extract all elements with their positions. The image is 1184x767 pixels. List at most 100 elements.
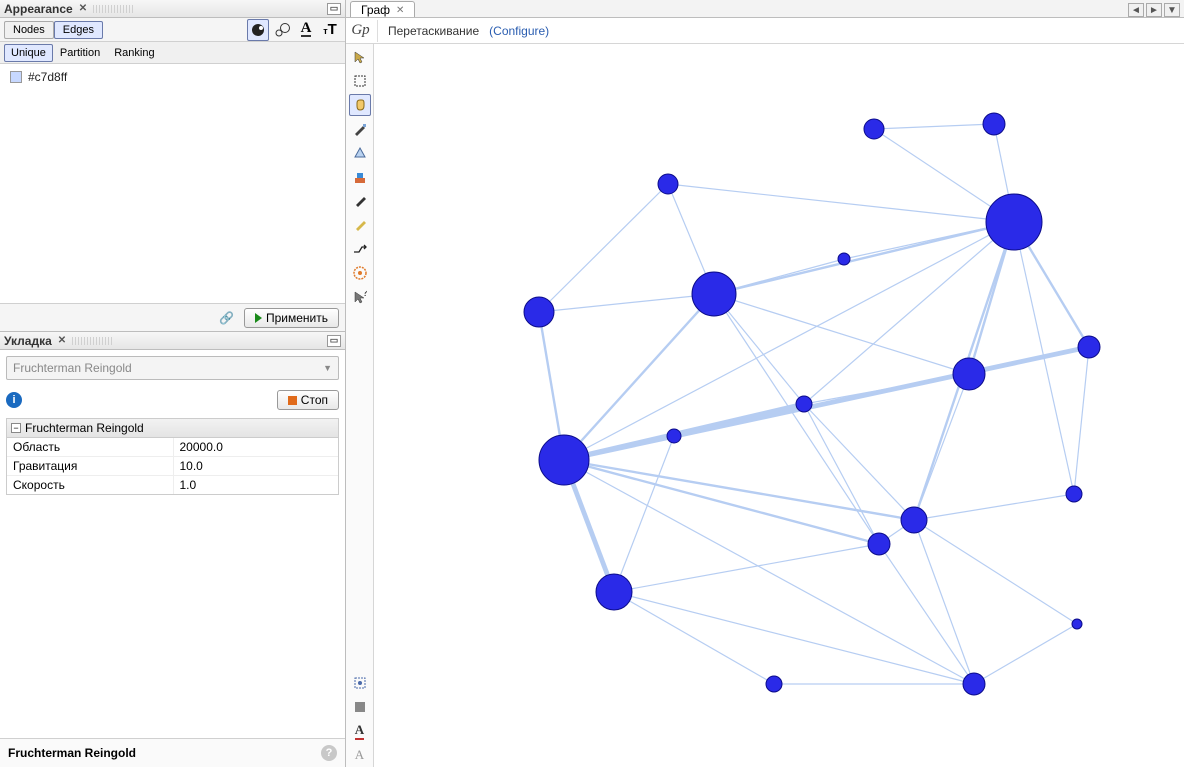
graph-edge[interactable] [1074,347,1089,494]
graph-node[interactable] [766,676,782,692]
collapse-icon[interactable]: − [11,423,21,433]
layout-algorithm-select[interactable]: Fruchterman Reingold ▼ [6,356,339,380]
graph-node[interactable] [1072,619,1082,629]
drag-tool-icon[interactable] [349,94,371,116]
apply-button[interactable]: Применить [244,308,339,328]
show-node-labels-icon[interactable]: A [349,721,371,741]
graph-node[interactable] [692,272,736,316]
nodes-tab[interactable]: Nodes [4,21,54,39]
partition-subtab[interactable]: Partition [53,44,107,62]
property-value[interactable]: 1.0 [173,476,339,494]
minimize-button[interactable]: ▭ [327,335,341,347]
tab-prev-button[interactable]: ◄ [1128,3,1144,17]
drag-grip-icon[interactable] [93,5,133,13]
graph-edge[interactable] [614,544,879,592]
graph-edge[interactable] [614,592,774,684]
pointer-tool-icon[interactable] [349,46,371,68]
chain-icon[interactable]: 🔗 [219,311,234,325]
shortest-path-tool-icon[interactable] [349,238,371,260]
edge-pencil-tool-icon[interactable] [349,214,371,236]
info-icon[interactable]: i [6,392,22,408]
unique-subtab[interactable]: Unique [4,44,53,62]
graph-edge[interactable] [914,374,969,520]
graph-edge[interactable] [974,624,1077,684]
close-icon[interactable]: ✕ [79,3,87,14]
property-row[interactable]: Область20000.0 [7,438,338,457]
layout-footer: Fruchterman Reingold ? [0,738,345,767]
graph-edge[interactable] [668,184,1014,222]
tab-next-button[interactable]: ► [1146,3,1162,17]
graph-edge[interactable] [914,520,974,684]
graph-edge[interactable] [714,222,1014,294]
minimize-button[interactable]: ▭ [327,3,341,15]
graph-node[interactable] [864,119,884,139]
graph-node[interactable] [1078,336,1100,358]
tab-menu-button[interactable]: ▼ [1164,3,1180,17]
graph-node[interactable] [524,297,554,327]
graph-node[interactable] [838,253,850,265]
appearance-panel: Appearance ✕ ▭ Nodes Edges A [0,0,345,332]
sizer-tool-icon[interactable] [349,142,371,164]
color-mode-icon[interactable] [247,19,269,41]
close-icon[interactable]: ✕ [396,5,404,16]
graph-edge[interactable] [539,184,668,312]
configure-link[interactable]: (Configure) [489,24,549,38]
graph-edge[interactable] [874,124,994,129]
heatmap-tool-icon[interactable] [349,262,371,284]
graph-toolbar: Gp Перетаскивание (Configure) [346,18,1184,44]
graph-node[interactable] [983,113,1005,135]
graph-node[interactable] [796,396,812,412]
graph-edge[interactable] [539,294,714,312]
help-icon[interactable]: ? [321,745,337,761]
ranking-subtab[interactable]: Ranking [107,44,161,62]
play-icon [255,313,262,323]
property-value[interactable]: 20000.0 [173,438,339,456]
graph-node[interactable] [953,358,985,390]
graph-edge[interactable] [804,404,879,544]
rectangle-select-tool-icon[interactable] [349,70,371,92]
graph-node[interactable] [986,194,1042,250]
label-color-mode-icon[interactable]: A [295,19,317,41]
size-mode-icon[interactable] [271,19,293,41]
graph-edge[interactable] [914,520,1077,624]
pencil-tool-icon[interactable] [349,190,371,212]
graph-node[interactable] [667,429,681,443]
graph-tabbar: Граф ✕ ◄ ► ▼ [346,0,1184,18]
edges-tab[interactable]: Edges [54,21,103,39]
graph-edge[interactable] [564,294,714,460]
graph-canvas[interactable] [374,44,1184,767]
graph-node[interactable] [539,435,589,485]
property-value[interactable]: 10.0 [173,457,339,475]
graph-edge[interactable] [914,494,1074,520]
graph-node[interactable] [658,174,678,194]
brush-tool-icon[interactable] [349,118,371,140]
property-row[interactable]: Скорость1.0 [7,476,338,494]
color-value: #c7d8ff [28,70,67,84]
close-icon[interactable]: ✕ [58,335,66,346]
graph-edge[interactable] [614,436,674,592]
graph-edge[interactable] [804,404,914,520]
graph-edge[interactable] [564,460,914,520]
properties-group-header[interactable]: − Fruchterman Reingold [7,419,338,438]
graph-edge[interactable] [564,460,974,684]
graph-edge[interactable] [614,592,974,684]
graph-node[interactable] [963,673,985,695]
property-row[interactable]: Гравитация10.0 [7,457,338,476]
graph-edge[interactable] [714,294,969,374]
gephi-logo-icon: Gp [352,20,378,42]
label-size-mode-icon[interactable]: тТ [319,19,341,41]
graph-tab[interactable]: Граф ✕ [350,1,415,17]
painter-tool-icon[interactable] [349,166,371,188]
stop-button[interactable]: Стоп [277,390,339,410]
show-edge-labels-icon[interactable]: A [349,745,371,765]
drag-grip-icon[interactable] [72,337,112,345]
graph-node[interactable] [596,574,632,610]
graph-edge[interactable] [564,347,1089,460]
graph-node[interactable] [1066,486,1082,502]
color-item[interactable]: #c7d8ff [10,70,335,84]
graph-node[interactable] [901,507,927,533]
center-graph-icon[interactable] [349,673,371,693]
edit-tool-icon[interactable]: ? [349,286,371,308]
graph-node[interactable] [868,533,890,555]
reset-colors-icon[interactable] [349,697,371,717]
